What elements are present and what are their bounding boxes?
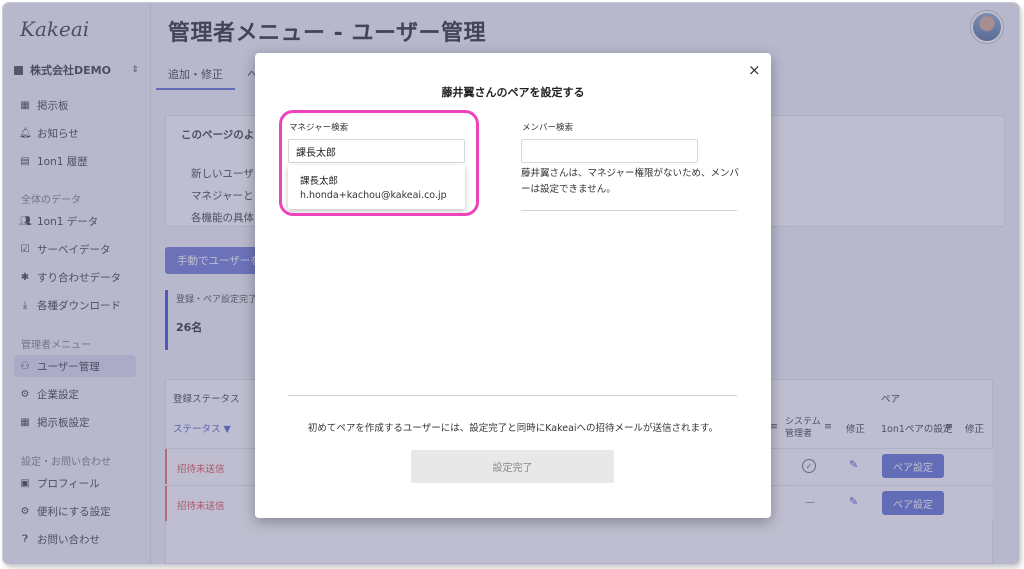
divider	[288, 395, 737, 396]
app-window: Kakeai 株式会社DEMO ⇕ ▦ 掲示板 🔔︎ お知らせ ▤ 1on1 履…	[3, 3, 1019, 564]
member-search-label: メンバー検索	[522, 123, 574, 133]
close-icon[interactable]: ×	[748, 61, 761, 79]
modal-title: 藤井翼さんのペアを設定する	[441, 86, 585, 99]
member-search-input[interactable]	[521, 139, 698, 163]
invitation-note: 初めてペアを作成するユーザーには、設定完了と同時にKakeaiへの招待メールが送…	[307, 423, 719, 434]
member-note: 藤井翼さんは、マネジャー権限がないため、メンバーは設定できません。	[521, 168, 740, 195]
pair-setting-modal: × 藤井翼さんのペアを設定する マネジャー検索 課長太郎 h.honda+kac…	[255, 53, 771, 518]
complete-setting-button[interactable]: 設定完了	[411, 450, 614, 483]
divider	[521, 210, 737, 211]
annotation-highlight	[279, 110, 479, 216]
